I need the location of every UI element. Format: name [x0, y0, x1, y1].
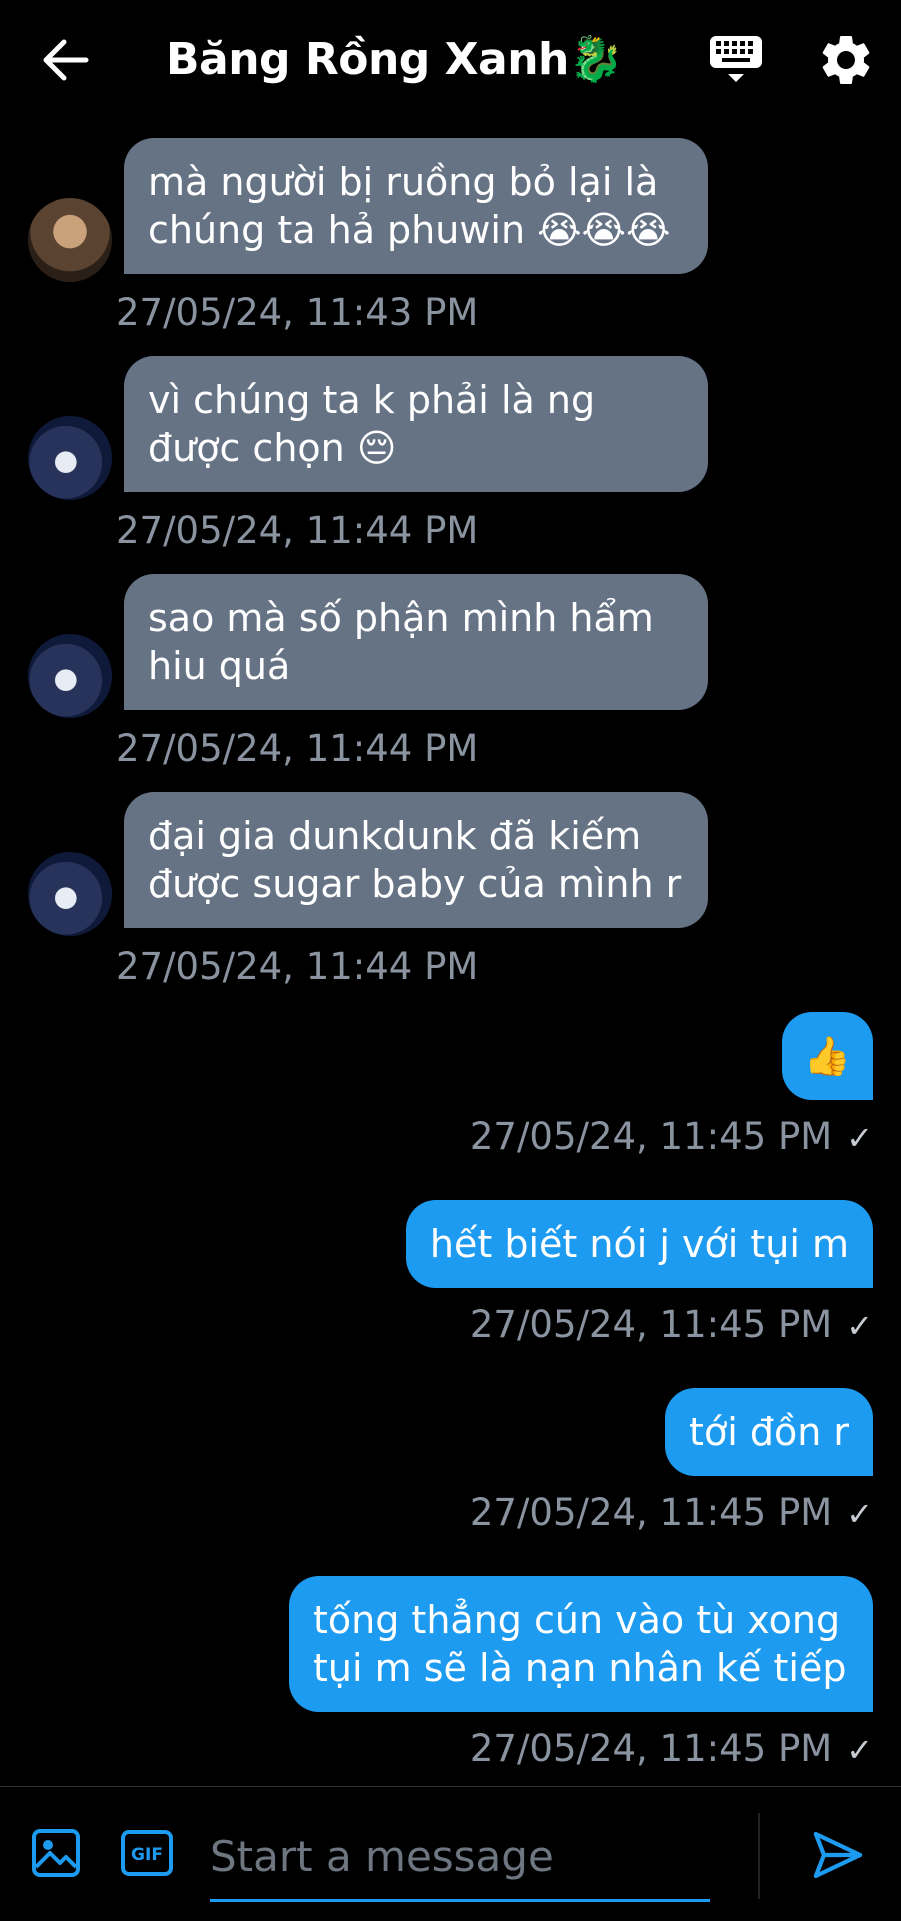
back-button[interactable]: [34, 30, 98, 90]
add-image-button[interactable]: [30, 1827, 82, 1879]
sent-check-icon: ✓: [846, 1307, 873, 1345]
send-button[interactable]: [810, 1827, 866, 1883]
message-timestamp: 27/05/24, 11:44 PM: [116, 509, 479, 552]
message-bubble-incoming[interactable]: đại gia dunkdunk đã kiếm được sugar baby…: [124, 792, 708, 928]
gif-icon: GIF: [121, 1830, 173, 1876]
settings-button[interactable]: [816, 30, 876, 90]
message-bubble-outgoing[interactable]: tống thẳng cún vào tù xong tụi m sẽ là n…: [289, 1576, 873, 1712]
timestamp-text: 27/05/24, 11:45 PM: [469, 1303, 833, 1346]
message-timestamp-outgoing: 27/05/24, 11:45 PM ✓: [470, 1114, 873, 1161]
message-composer: GIF: [0, 1786, 901, 1921]
avatar[interactable]: [28, 416, 112, 500]
message-bubble-outgoing[interactable]: tới đồn r: [665, 1388, 873, 1476]
keyboard-icon: [710, 36, 762, 82]
message-bubble-outgoing[interactable]: hết biết nói j với tụi m: [405, 1200, 873, 1288]
sent-check-icon: ✓: [846, 1731, 873, 1769]
conversation-title[interactable]: Băng Rồng Xanh🐉: [166, 30, 624, 90]
gear-icon: [822, 35, 870, 84]
message-bubble-incoming[interactable]: mà người bị ruồng bỏ lại là chúng ta hả …: [124, 138, 708, 274]
divider: [758, 1813, 760, 1899]
avatar[interactable]: [28, 198, 112, 282]
avatar[interactable]: [28, 634, 112, 718]
message-timestamp-outgoing: 27/05/24, 11:45 PM ✓: [470, 1726, 873, 1773]
timestamp-text: 27/05/24, 11:45 PM: [469, 1727, 833, 1770]
message-timestamp-outgoing: 27/05/24, 11:45 PM ✓: [470, 1302, 873, 1349]
sent-check-icon: ✓: [846, 1495, 873, 1533]
keyboard-button[interactable]: [708, 32, 764, 88]
message-bubble-incoming[interactable]: sao mà số phận mình hẩm hiu quá: [124, 574, 708, 710]
gif-label: GIF: [131, 1845, 163, 1865]
avatar[interactable]: [28, 852, 112, 936]
timestamp-text: 27/05/24, 11:45 PM: [469, 1115, 833, 1158]
message-timestamp: 27/05/24, 11:44 PM: [116, 727, 479, 770]
image-icon: [32, 1829, 80, 1877]
timestamp-text: 27/05/24, 11:45 PM: [469, 1491, 833, 1534]
send-icon: [813, 1831, 863, 1879]
add-gif-button[interactable]: GIF: [120, 1827, 174, 1879]
message-bubble-incoming[interactable]: vì chúng ta k phải là ng được chọn 😔: [124, 356, 708, 492]
arrow-left-icon: [43, 39, 89, 81]
message-bubble-outgoing[interactable]: 👍: [781, 1012, 873, 1100]
chat-header: Băng Rồng Xanh🐉: [0, 0, 901, 120]
sent-check-icon: ✓: [846, 1119, 873, 1157]
message-timestamp: 27/05/24, 11:43 PM: [116, 291, 479, 334]
message-timestamp-outgoing: 27/05/24, 11:45 PM ✓: [470, 1490, 873, 1537]
message-timestamp: 27/05/24, 11:44 PM: [116, 945, 479, 988]
message-input[interactable]: [210, 1813, 710, 1902]
